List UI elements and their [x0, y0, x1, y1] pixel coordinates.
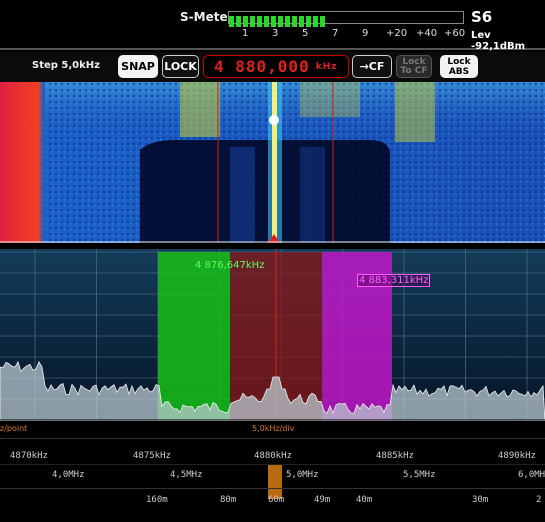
band-label: 60m	[268, 495, 285, 505]
frequency-scales: z/point 5,0kHz/div 4870kHz 4875kHz 4880k…	[0, 421, 545, 522]
lock-to-cf-button[interactable]: Lock To CF	[396, 55, 432, 78]
band-label: 160m	[146, 495, 168, 505]
waterfall-hot-zone	[300, 82, 360, 117]
lock-abs-button[interactable]: Lock ABS	[440, 55, 478, 78]
s-meter-segment	[292, 16, 297, 27]
magenta-marker-label: 4 883,311kHz	[357, 274, 431, 287]
s-meter-segment	[264, 16, 269, 27]
green-marker-label: 4 876,647kHz	[195, 260, 265, 271]
waterfall-hot-zone	[180, 82, 220, 137]
frequency-display[interactable]: 4 880,000 kHz	[203, 55, 349, 78]
khz-tick-label: 4890kHz	[498, 451, 536, 461]
green-passband	[158, 252, 230, 421]
mhz-tick-label: 5,5MHz	[403, 470, 436, 480]
division-label: 5,0kHz/div	[252, 424, 295, 433]
band-label: 80m	[220, 495, 237, 505]
s-meter-bar	[228, 11, 464, 27]
s-meter-segment	[320, 16, 325, 27]
s-meter-segment	[243, 16, 248, 27]
frequency-unit: kHz	[315, 61, 338, 72]
lock-abs-line2: ABS	[448, 66, 470, 77]
khz-tick-label: 4885kHz	[376, 451, 414, 461]
khz-tick-label: 4880kHz	[254, 451, 292, 461]
waterfall-carrier-line	[272, 82, 277, 243]
waterfall-filter-passband	[140, 140, 390, 243]
s-meter-panel: S-Meter 1 3 5 7 9 +20 +40 +60 S6 Lev -92…	[0, 0, 545, 52]
s-meter-scale-60: +60	[444, 28, 466, 39]
band-label: 49m	[314, 495, 331, 505]
s-meter-scale-5: 5	[302, 28, 309, 39]
s-meter-segment	[250, 16, 255, 27]
s-meter-scale-40: +40	[416, 28, 438, 39]
s-meter-scale-20: +20	[386, 28, 408, 39]
s-meter-segment	[236, 16, 241, 27]
s-meter-scale-7: 7	[332, 28, 339, 39]
band-label: 30m	[472, 495, 489, 505]
s-meter-segment	[306, 16, 311, 27]
band-label: 40m	[356, 495, 373, 505]
waterfall-display[interactable]	[0, 82, 545, 243]
to-cf-button[interactable]: →CF	[352, 55, 392, 78]
s-meter-scale-3: 3	[272, 28, 279, 39]
mhz-tick-label: 6,0MHz	[518, 470, 545, 480]
lock-button[interactable]: LOCK	[162, 55, 199, 78]
waterfall-carrier-peak	[269, 115, 279, 125]
mhz-cursor	[268, 465, 282, 489]
s-meter-label: S-Meter	[180, 10, 234, 24]
s-meter-fill	[229, 12, 327, 27]
mhz-tick-label: 4,5MHz	[170, 470, 203, 480]
s-meter-scale-9: 9	[362, 28, 369, 39]
resolution-label: z/point	[0, 424, 28, 433]
lock-abs-line1: Lock	[447, 56, 471, 67]
waterfall-passband-noise	[230, 147, 255, 243]
khz-tick-label: 4870kHz	[10, 451, 48, 461]
s-meter-segment	[285, 16, 290, 27]
s-meter-segment	[278, 16, 283, 27]
waterfall-passband-noise	[300, 147, 325, 243]
s-value: S6	[471, 8, 493, 26]
spectrum-display[interactable]	[0, 249, 545, 421]
control-bar: Step 5,0kHz SNAP LOCK 4 880,000 kHz →CF …	[0, 52, 545, 82]
step-label[interactable]: Step 5,0kHz	[32, 60, 100, 71]
mhz-tick-label: 4,0MHz	[52, 470, 85, 480]
s-meter-segment	[257, 16, 262, 27]
s-meter-scale-1: 1	[242, 28, 249, 39]
s-meter-segment	[229, 16, 234, 27]
frequency-value: 4 880,000	[214, 57, 310, 76]
mhz-tick-label: 5,0MHz	[286, 470, 319, 480]
signal-level: Lev -92,1dBm	[471, 30, 526, 52]
s-meter-segment	[313, 16, 318, 27]
khz-tick-label: 4875kHz	[133, 451, 171, 461]
scale-divider	[0, 438, 545, 439]
waterfall-hot-zone	[395, 82, 435, 142]
snap-button[interactable]: SNAP	[118, 55, 158, 78]
s-meter-segment	[299, 16, 304, 27]
lock-to-cf-line2: To CF	[400, 65, 428, 76]
band-label: 2	[536, 495, 542, 505]
s-meter-segment	[271, 16, 276, 27]
